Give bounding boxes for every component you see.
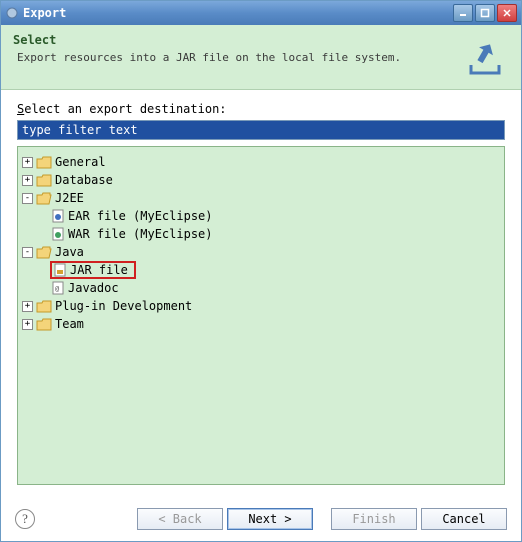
folder-icon (36, 300, 52, 313)
next-button[interactable]: Next > (227, 508, 313, 530)
window-controls (453, 4, 517, 22)
tree-node[interactable]: - Java (22, 243, 500, 261)
collapse-icon[interactable]: - (22, 193, 33, 204)
cancel-button[interactable]: Cancel (421, 508, 507, 530)
tree-node-label: Plug-in Development (55, 299, 192, 313)
tree-node-label: Team (55, 317, 84, 331)
banner-text: Select Export resources into a JAR file … (13, 33, 461, 81)
tree-node[interactable]: + Database (22, 171, 500, 189)
tree-node[interactable]: - J2EE (22, 189, 500, 207)
tree-node-label: Javadoc (68, 281, 119, 295)
tree-node-label: Java (55, 245, 84, 259)
tree-node[interactable]: + Plug-in Development (22, 297, 500, 315)
close-button[interactable] (497, 4, 517, 22)
doc-file-icon: @ (51, 281, 65, 295)
tree-node-label: General (55, 155, 106, 169)
app-icon (5, 6, 19, 20)
expand-icon[interactable]: + (22, 319, 33, 330)
tree-node-label: EAR file (MyEclipse) (68, 209, 213, 223)
help-button[interactable]: ? (15, 509, 35, 529)
tree-node-label: WAR file (MyEclipse) (68, 227, 213, 241)
tree-node[interactable]: @Javadoc (22, 279, 500, 297)
titlebar-title: Export (23, 6, 453, 20)
export-tree[interactable]: + General + Database - J2EE EAR file (MyEclips… (17, 146, 505, 485)
maximize-button[interactable] (475, 4, 495, 22)
folder-icon (36, 156, 52, 169)
folder-icon (36, 174, 52, 187)
content: Select an export destination: + General + D… (1, 90, 521, 497)
expand-icon[interactable]: + (22, 301, 33, 312)
tree-node-label: Database (55, 173, 113, 187)
finish-button: Finish (331, 508, 417, 530)
destination-label: Select an export destination: (17, 102, 505, 116)
ear-file-icon (51, 209, 65, 223)
tree-node[interactable]: EAR file (MyEclipse) (22, 207, 500, 225)
highlighted-node: JAR file (50, 261, 136, 279)
tree-node[interactable]: JAR file (22, 261, 500, 279)
export-dialog: Export Select Export resources into a JA… (0, 0, 522, 542)
folder-icon (36, 192, 52, 205)
war-file-icon (51, 227, 65, 241)
tree-node-label: JAR file (70, 263, 128, 277)
footer: ? < Back Next > Finish Cancel (1, 497, 521, 541)
banner: Select Export resources into a JAR file … (1, 25, 521, 90)
tree-node[interactable]: + General (22, 153, 500, 171)
tree-node[interactable]: WAR file (MyEclipse) (22, 225, 500, 243)
titlebar[interactable]: Export (1, 1, 521, 25)
export-icon (461, 33, 509, 81)
jar-file-icon (53, 263, 67, 277)
tree-node[interactable]: + Team (22, 315, 500, 333)
folder-icon (36, 246, 52, 259)
collapse-icon[interactable]: - (22, 247, 33, 258)
filter-input[interactable] (17, 120, 505, 140)
back-button: < Back (137, 508, 223, 530)
banner-desc: Export resources into a JAR file on the … (17, 51, 461, 64)
expand-icon[interactable]: + (22, 175, 33, 186)
expand-icon[interactable]: + (22, 157, 33, 168)
tree-node-label: J2EE (55, 191, 84, 205)
folder-icon (36, 318, 52, 331)
minimize-button[interactable] (453, 4, 473, 22)
banner-title: Select (13, 33, 461, 47)
